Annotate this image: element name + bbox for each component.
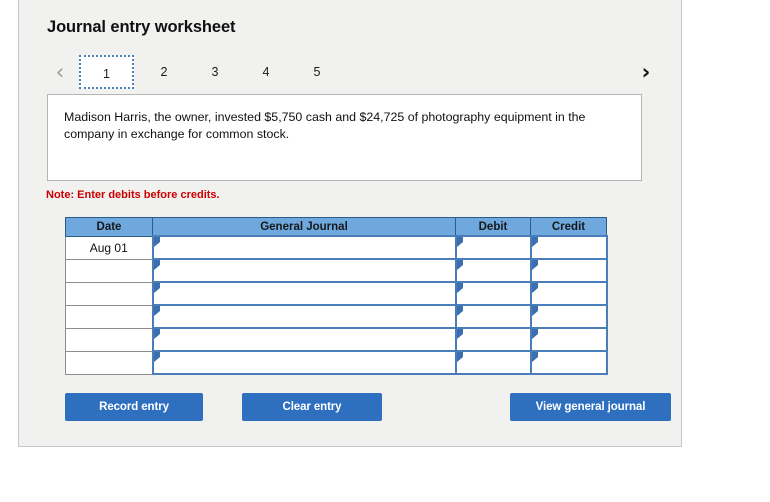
cell-date-1[interactable]: Aug 01 [65,235,153,260]
cell-credit-3[interactable] [529,281,608,306]
record-entry-button[interactable]: Record entry [65,393,203,421]
cell-marker-icon [456,260,463,270]
cell-marker-icon [456,329,463,339]
tab-page-5[interactable]: 5 [301,55,333,89]
cell-marker-icon [531,306,538,316]
cell-debit-5[interactable] [454,327,532,352]
column-header-debit: Debit [455,217,531,237]
cell-marker-icon [456,283,463,293]
tab-page-4[interactable]: 4 [250,55,282,89]
cell-credit-6[interactable] [529,350,608,375]
cell-marker-icon [531,237,538,247]
cell-marker-icon [531,260,538,270]
cell-date-3[interactable] [65,281,153,306]
column-header-general-journal: General Journal [152,217,456,237]
table-row [65,304,608,329]
cell-marker-icon [153,260,160,270]
cell-date-2[interactable] [65,258,153,283]
cell-general-journal-3[interactable] [151,281,457,306]
cell-general-journal-1[interactable] [151,235,457,260]
cell-date-5[interactable] [65,327,153,352]
journal-entry-table: Date General Journal Debit Credit Aug 01 [65,217,608,375]
cell-general-journal-5[interactable] [151,327,457,352]
transaction-prompt-text: Madison Harris, the owner, invested $5,7… [64,110,586,141]
cell-date-4[interactable] [65,304,153,329]
tab-page-3[interactable]: 3 [199,55,231,89]
table-header-row: Date General Journal Debit Credit [65,217,607,237]
chevron-left-icon[interactable]: ‹ [47,53,73,91]
table-row [65,258,608,283]
cell-marker-icon [531,352,538,362]
tab-page-1[interactable]: 1 [79,55,134,89]
cell-general-journal-6[interactable] [151,350,457,375]
table-row: Aug 01 [65,235,608,260]
cell-date-6[interactable] [65,350,153,375]
cell-marker-icon [153,283,160,293]
cell-debit-3[interactable] [454,281,532,306]
cell-debit-1[interactable] [454,235,532,260]
journal-entry-card: Journal entry worksheet ‹ 1 2 3 4 5 › Ma… [18,0,682,447]
cell-credit-2[interactable] [529,258,608,283]
table-row [65,281,608,306]
cell-general-journal-4[interactable] [151,304,457,329]
cell-credit-4[interactable] [529,304,608,329]
debits-before-credits-note: Note: Enter debits before credits. [46,189,220,201]
table-row [65,350,608,375]
table-row [65,327,608,352]
cell-credit-1[interactable] [529,235,608,260]
cell-debit-4[interactable] [454,304,532,329]
cell-marker-icon [153,329,160,339]
clear-entry-button[interactable]: Clear entry [242,393,382,421]
cell-debit-2[interactable] [454,258,532,283]
cell-marker-icon [153,306,160,316]
cell-general-journal-2[interactable] [151,258,457,283]
worksheet-pager: ‹ 1 2 3 4 5 › [47,53,659,91]
cell-marker-icon [531,283,538,293]
cell-marker-icon [531,329,538,339]
cell-marker-icon [456,237,463,247]
column-header-credit: Credit [530,217,607,237]
transaction-prompt-box: Madison Harris, the owner, invested $5,7… [47,94,642,181]
cell-marker-icon [153,237,160,247]
page-title: Journal entry worksheet [47,18,236,36]
cell-debit-6[interactable] [454,350,532,375]
cell-marker-icon [153,352,160,362]
cell-marker-icon [456,306,463,316]
column-header-date: Date [65,217,153,237]
tab-page-2[interactable]: 2 [148,55,180,89]
cell-marker-icon [456,352,463,362]
cell-credit-5[interactable] [529,327,608,352]
view-general-journal-button[interactable]: View general journal [510,393,671,421]
chevron-right-icon[interactable]: › [633,53,659,91]
